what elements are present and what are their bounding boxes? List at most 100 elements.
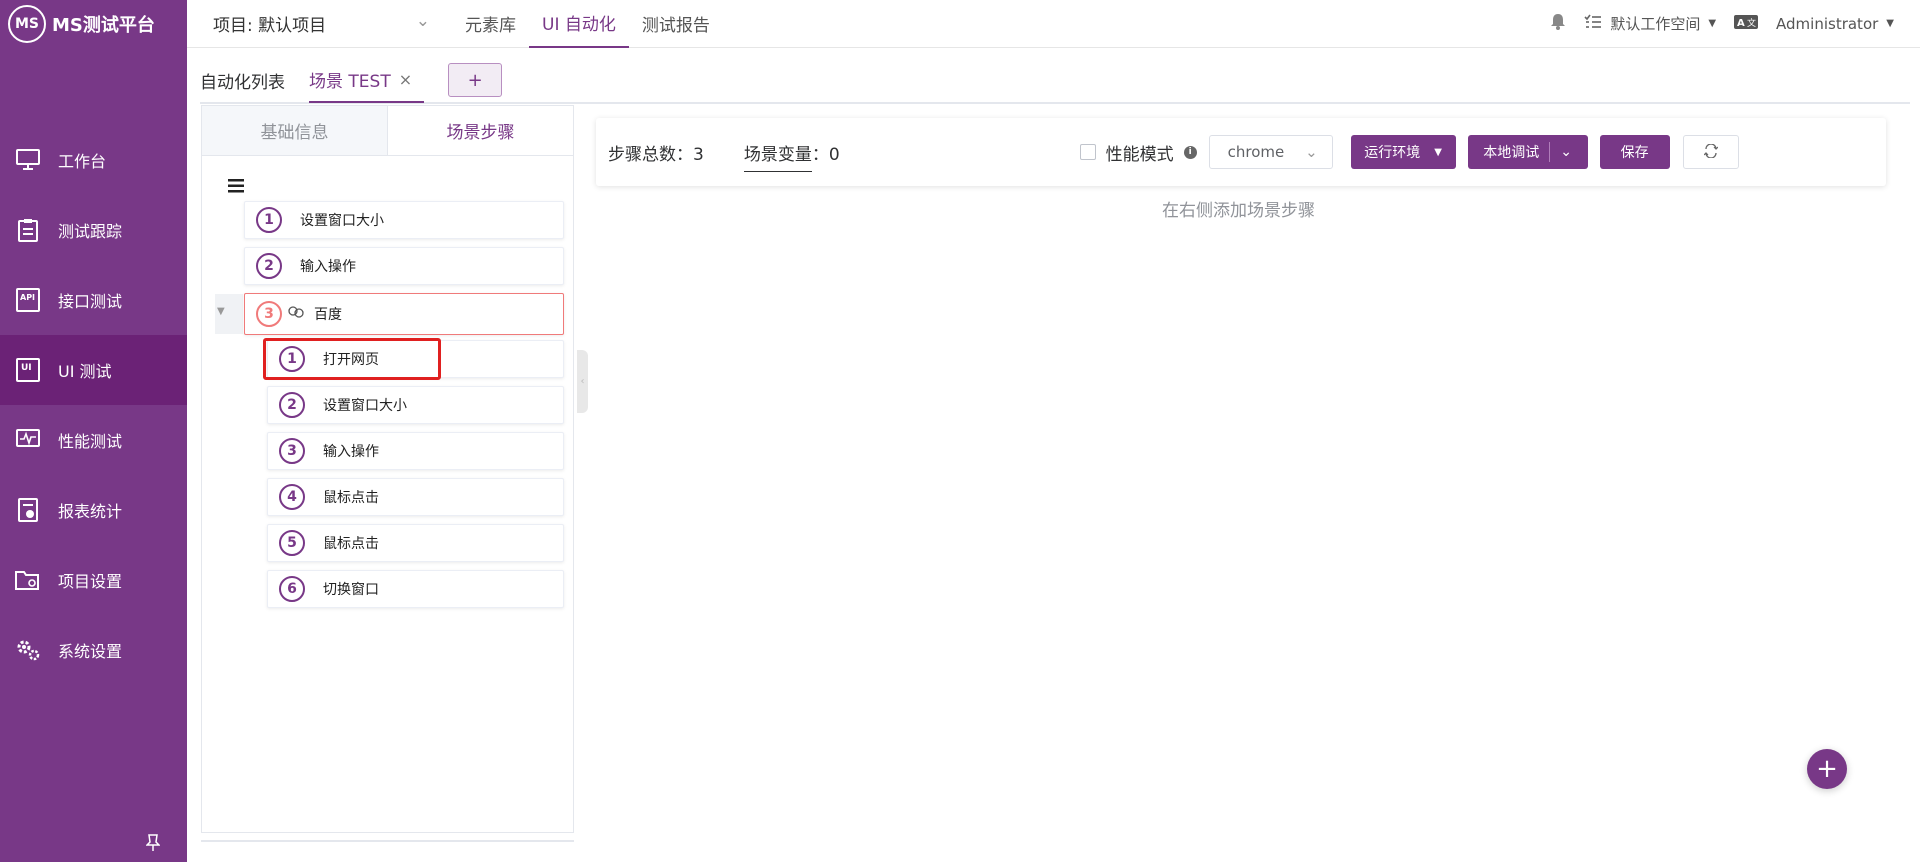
sidebar-item-api-test[interactable]: API 接口测试 bbox=[0, 265, 187, 335]
step-item[interactable]: 1 设置窗口大小 bbox=[244, 201, 564, 239]
tab-automation-list[interactable]: 自动化列表 bbox=[200, 57, 299, 103]
top-bar: 项目: 默认项目 ⌄ 元素库 UI 自动化 测试报告 默认工作空间 ▼ A文 A… bbox=[187, 0, 1920, 48]
sidebar-item-project-settings[interactable]: 项目设置 bbox=[0, 545, 187, 615]
task-list-icon bbox=[1584, 14, 1602, 34]
pin-icon[interactable] bbox=[145, 834, 161, 856]
bell-icon[interactable] bbox=[1550, 13, 1566, 34]
menu-element-library[interactable]: 元素库 bbox=[452, 0, 529, 48]
step-label: 百度 bbox=[314, 307, 342, 323]
browser-value: chrome bbox=[1227, 143, 1285, 161]
sub-step-item[interactable]: 3 输入操作 bbox=[267, 432, 564, 470]
close-icon[interactable]: × bbox=[399, 70, 412, 89]
editor-tabs: 自动化列表 场景 TEST × + bbox=[200, 58, 1910, 104]
step-label: 输入操作 bbox=[300, 259, 356, 275]
step-label: 打开网页 bbox=[323, 352, 379, 368]
performance-mode: 性能模式 i bbox=[1079, 140, 1197, 165]
user-name: Administrator bbox=[1776, 14, 1879, 33]
plus-icon: + bbox=[1816, 754, 1838, 784]
browser-select[interactable]: chrome ⌄ bbox=[1208, 135, 1333, 169]
refresh-icon bbox=[1703, 142, 1719, 162]
sidebar-item-performance-test[interactable]: 性能测试 bbox=[0, 405, 187, 475]
sub-step-item[interactable]: 1 打开网页 bbox=[267, 340, 564, 378]
project-selector[interactable]: 项目: 默认项目 ⌄ bbox=[187, 11, 452, 36]
scenario-panel: 基础信息 场景步骤 1 设置窗口大小 2 输入操作 ▼ 3 百度 1 打开网页 … bbox=[201, 105, 574, 833]
performance-mode-label: 性能模式 bbox=[1105, 144, 1174, 165]
api-icon: API bbox=[14, 286, 42, 314]
sub-step-item[interactable]: 6 切换窗口 bbox=[267, 570, 564, 608]
menu-icon[interactable] bbox=[228, 174, 244, 198]
refresh-button[interactable] bbox=[1682, 135, 1739, 169]
save-button[interactable]: 保存 bbox=[1599, 135, 1670, 169]
step-total: 步骤总数：3 bbox=[608, 144, 704, 165]
sidebar-item-label: 项目设置 bbox=[58, 572, 123, 591]
scenario-step-item[interactable]: 3 百度 bbox=[244, 293, 564, 335]
workspace-selector[interactable]: 默认工作空间 ▼ bbox=[1584, 13, 1716, 34]
sub-step-item[interactable]: 4 鼠标点击 bbox=[267, 478, 564, 516]
svg-text:A: A bbox=[1737, 18, 1745, 29]
scenario-toolbar: 步骤总数：3 场景变量：0 性能模式 i chrome ⌄ 运行环境 ▼ 本地调… bbox=[596, 118, 1886, 186]
language-icon[interactable]: A文 bbox=[1734, 14, 1759, 33]
caret-down-icon: ▼ bbox=[1708, 18, 1717, 29]
sidebar-item-ui-test[interactable]: UI UI 测试 bbox=[0, 335, 187, 405]
chevron-down-icon: ⌄ bbox=[1305, 143, 1318, 161]
sidebar-item-label: 测试跟踪 bbox=[58, 222, 123, 241]
step-label: 设置窗口大小 bbox=[323, 398, 407, 414]
empty-hint: 在右侧添加场景步骤 bbox=[1162, 201, 1315, 221]
tab-basic-info[interactable]: 基础信息 bbox=[202, 106, 388, 155]
tab-scenario-steps[interactable]: 场景步骤 bbox=[388, 106, 573, 155]
info-icon[interactable]: i bbox=[1183, 145, 1197, 159]
caret-down-icon[interactable]: ▼ bbox=[217, 306, 225, 317]
scene-var-value: ：0 bbox=[811, 144, 840, 165]
run-env-label: 运行环境 bbox=[1364, 145, 1421, 161]
svg-text:UI: UI bbox=[21, 363, 32, 373]
local-debug-button[interactable]: 本地调试 ⌄ bbox=[1467, 135, 1588, 169]
step-label: 鼠标点击 bbox=[323, 536, 379, 552]
sub-step-item[interactable]: 2 设置窗口大小 bbox=[267, 386, 564, 424]
run-env-button[interactable]: 运行环境 ▼ bbox=[1350, 135, 1456, 169]
menu-test-report[interactable]: 测试报告 bbox=[629, 0, 723, 48]
workspace-name: 默认工作空间 bbox=[1610, 15, 1701, 33]
performance-icon bbox=[14, 426, 42, 454]
chevron-down-icon[interactable]: ⌄ bbox=[1560, 144, 1572, 160]
step-number: 1 bbox=[256, 207, 282, 233]
logo[interactable]: MS MS测试平台 bbox=[8, 4, 155, 44]
step-item[interactable]: 2 输入操作 bbox=[244, 247, 564, 285]
svg-text:API: API bbox=[20, 293, 35, 302]
local-debug-label: 本地调试 bbox=[1483, 145, 1540, 161]
top-right: 默认工作空间 ▼ A文 Administrator ▼ bbox=[1550, 13, 1920, 34]
step-number: 1 bbox=[279, 346, 305, 372]
step-number: 6 bbox=[279, 576, 305, 602]
sidebar-item-label: 报表统计 bbox=[58, 502, 123, 521]
sidebar-item-report[interactable]: 报表统计 bbox=[0, 475, 187, 545]
sidebar-item-workbench[interactable]: 工作台 bbox=[0, 125, 187, 195]
performance-mode-checkbox[interactable] bbox=[1079, 144, 1096, 160]
collapse-handle[interactable]: ‹ bbox=[577, 350, 588, 413]
step-label: 鼠标点击 bbox=[323, 490, 379, 506]
link-icon bbox=[288, 305, 304, 323]
step-number: 3 bbox=[256, 301, 282, 327]
sidebar-item-test-track[interactable]: 测试跟踪 bbox=[0, 195, 187, 265]
user-menu[interactable]: Administrator ▼ bbox=[1776, 15, 1894, 33]
logo-mark: MS bbox=[8, 5, 46, 43]
step-label: 切换窗口 bbox=[323, 582, 379, 598]
chevron-left-icon: ‹ bbox=[580, 376, 585, 387]
logo-text: MS测试平台 bbox=[52, 15, 155, 36]
tab-scenario-test[interactable]: 场景 TEST × bbox=[309, 57, 425, 103]
step-label: 输入操作 bbox=[323, 444, 379, 460]
sidebar-item-system-settings[interactable]: 系统设置 bbox=[0, 615, 187, 685]
sidebar-item-label: UI 测试 bbox=[58, 362, 112, 381]
svg-text:文: 文 bbox=[1747, 17, 1756, 29]
panel-tabs: 基础信息 场景步骤 bbox=[202, 106, 573, 156]
tab-label: 自动化列表 bbox=[200, 72, 285, 93]
scene-variables[interactable]: 场景变量：0 bbox=[743, 140, 840, 172]
add-tab-button[interactable]: + bbox=[448, 63, 503, 97]
scene-var-label: 场景变量 bbox=[743, 144, 812, 172]
add-step-button[interactable]: + bbox=[1807, 749, 1847, 789]
sidebar-nav: 工作台 测试跟踪 API 接口测试 UI UI 测试 性能测试 报表统计 项目设… bbox=[0, 125, 187, 685]
folder-settings-icon bbox=[14, 566, 42, 594]
step-number: 5 bbox=[279, 530, 305, 556]
step-label: 设置窗口大小 bbox=[300, 213, 384, 229]
sub-step-item[interactable]: 5 鼠标点击 bbox=[267, 524, 564, 562]
sidebar-item-label: 性能测试 bbox=[58, 432, 123, 451]
menu-ui-automation[interactable]: UI 自动化 bbox=[529, 0, 629, 48]
